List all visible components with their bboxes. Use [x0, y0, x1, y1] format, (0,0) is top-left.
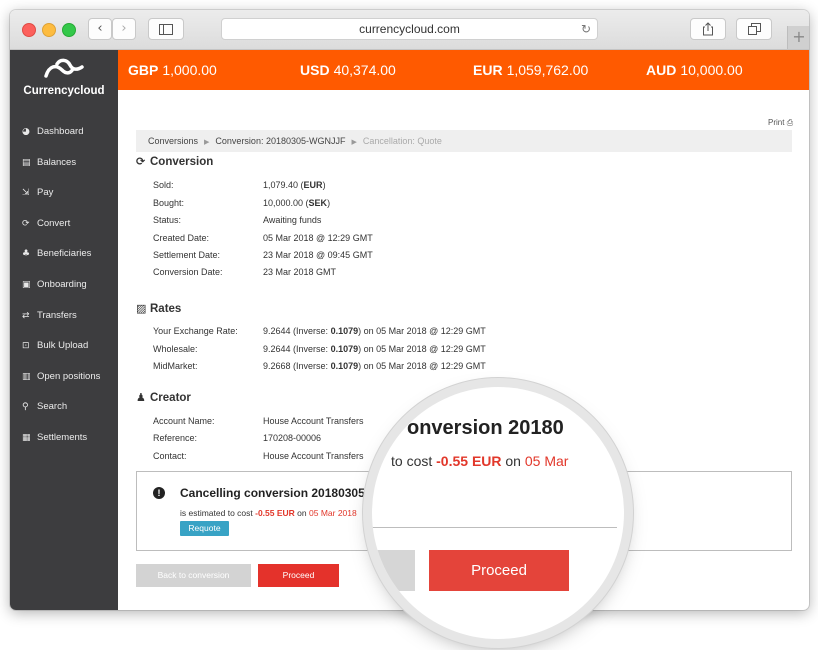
wholesale-rate-value: 9.2644 (Inverse: 0.1079) on 05 Mar 2018 …	[263, 344, 486, 354]
conversion-section-title: ⟳ Conversion	[136, 155, 214, 168]
sidebar-item-onboarding[interactable]: ▣ Onboarding	[22, 277, 116, 293]
magnified-back-button[interactable]	[372, 550, 415, 591]
balances-bar: GBP 1,000.00 USD 40,374.00 EUR 1,059,762.00…	[118, 50, 809, 90]
settlements-icon: ▦	[22, 433, 31, 443]
breadcrumb: Conversions ▶ Conversion: 20180305-WGNJJF ▶…	[136, 130, 792, 152]
magnifier-overlay: onversion 20180 to cost -0.55 EUR on 05 …	[372, 387, 624, 639]
status-value: Awaiting funds	[263, 215, 322, 225]
breadcrumb-conversions[interactable]: Conversions	[148, 136, 198, 146]
search-icon: ⚲	[22, 402, 29, 412]
your-exchange-rate-value: 9.2644 (Inverse: 0.1079) on 05 Mar 2018 …	[263, 326, 486, 336]
open-positions-icon: ▥	[22, 372, 31, 382]
conversion-date-value: 23 Mar 2018 GMT	[263, 267, 337, 277]
transfers-icon: ⇄	[22, 311, 30, 321]
tabs-icon	[747, 23, 761, 35]
reference-value: 170208-00006	[263, 433, 322, 443]
sidebar-item-convert[interactable]: ⟳ Convert	[22, 216, 116, 232]
sidebar-item-search[interactable]: ⚲ Search	[22, 399, 116, 415]
balance-usd[interactable]: USD 40,374.00	[300, 50, 396, 90]
detail-label: Sold:	[153, 180, 174, 190]
breadcrumb-current: Cancellation: Quote	[362, 136, 442, 146]
onboarding-icon: ▣	[22, 280, 31, 290]
balance-gbp[interactable]: GBP 1,000.00	[128, 50, 217, 90]
balance-aud[interactable]: AUD 10,000.00	[646, 50, 743, 90]
sidebar: Currencycloud ◕ Dashboard ▤ Balances ⇲ Pay …	[10, 50, 118, 610]
dashboard-icon: ◕	[22, 127, 30, 137]
share-icon	[703, 22, 713, 36]
created-date-value: 05 Mar 2018 @ 12:29 GMT	[263, 233, 373, 243]
sidebar-item-open-positions[interactable]: ▥ Open positions	[22, 369, 116, 385]
sidebar-toggle-button[interactable]	[148, 18, 184, 40]
close-window-button[interactable]	[22, 23, 36, 37]
balances-icon: ▤	[22, 158, 31, 168]
pay-icon: ⇲	[22, 188, 30, 198]
reload-icon[interactable]: ↻	[581, 19, 591, 39]
sidebar-item-dashboard[interactable]: ◕ Dashboard	[22, 124, 116, 140]
rates-section-title: ▨ Rates	[136, 302, 182, 315]
sidebar-item-bulk-upload[interactable]: ⊡ Bulk Upload	[22, 338, 116, 354]
brand-name: Currencycloud	[23, 85, 105, 97]
creator-label: Account Name:	[153, 416, 215, 426]
creator-label: Contact:	[153, 451, 187, 461]
minimize-window-button[interactable]	[42, 23, 56, 37]
printer-icon: ⎙	[786, 118, 794, 127]
detail-label: Bought:	[153, 198, 185, 208]
settlement-date-value: 23 Mar 2018 @ 09:45 GMT	[263, 250, 373, 260]
address-url: currencycloud.com	[359, 22, 460, 36]
detail-label: Created Date:	[153, 233, 210, 243]
magnified-cost-line: to cost -0.55 EUR on 05 Mar	[391, 453, 569, 469]
bulk-upload-icon: ⊡	[22, 341, 30, 351]
creator-label: Reference:	[153, 433, 198, 443]
creator-section-title: ♟ Creator	[136, 391, 191, 404]
requote-button[interactable]: Requote	[180, 521, 229, 536]
cancellation-title: Cancelling conversion 20180305-W	[180, 486, 381, 500]
proceed-button[interactable]: Proceed	[258, 564, 339, 587]
rate-label: Wholesale:	[153, 344, 198, 354]
breadcrumb-separator-icon: ▶	[204, 139, 210, 146]
print-link[interactable]: Print ⎙	[768, 118, 793, 128]
magnified-divider	[372, 527, 617, 528]
magnified-cancellation-title: onversion 20180	[407, 417, 564, 439]
convert-icon: ⟳	[136, 155, 146, 168]
magnified-proceed-button[interactable]: Proceed	[429, 550, 569, 591]
sidebar-item-transfers[interactable]: ⇄ Transfers	[22, 308, 116, 324]
forward-button[interactable]: ›	[112, 18, 136, 40]
address-bar[interactable]: currencycloud.com ↻	[221, 18, 598, 40]
back-to-conversion-button[interactable]: Back to conversion	[136, 564, 251, 587]
beneficiaries-icon: ♣	[22, 249, 31, 259]
plus-icon: +	[792, 27, 806, 46]
detail-label: Status:	[153, 215, 182, 225]
breadcrumb-conversion[interactable]: Conversion: 20180305-WGNJJF	[215, 136, 345, 146]
sidebar-item-settlements[interactable]: ▦ Settlements	[22, 430, 116, 446]
breadcrumb-separator-icon: ▶	[351, 139, 357, 146]
account-name-value: House Account Transfers	[263, 416, 364, 426]
balance-eur[interactable]: EUR 1,059,762.00	[473, 50, 588, 90]
convert-icon: ⟳	[22, 219, 30, 229]
sold-value: 1,079.40 (EUR)	[263, 180, 326, 190]
sidebar-icon	[159, 24, 173, 35]
user-icon: ♟	[136, 391, 146, 404]
detail-label: Settlement Date:	[153, 250, 221, 260]
chevron-right-icon: ›	[121, 21, 127, 36]
cancellation-cost-line: is estimated to cost -0.55 EUR on 05 Mar…	[180, 508, 357, 518]
tabs-overview-button[interactable]	[736, 18, 772, 40]
contact-value: House Account Transfers	[263, 451, 364, 461]
rate-label: MidMarket:	[153, 361, 198, 371]
image-icon: ▨	[136, 302, 147, 315]
new-tab-button[interactable]: +	[787, 26, 809, 49]
midmarket-rate-value: 9.2668 (Inverse: 0.1079) on 05 Mar 2018 …	[263, 361, 486, 371]
detail-label: Conversion Date:	[153, 267, 223, 277]
rate-label: Your Exchange Rate:	[153, 326, 238, 336]
sidebar-item-beneficiaries[interactable]: ♣ Beneficiaries	[22, 246, 116, 262]
sidebar-item-balances[interactable]: ▤ Balances	[22, 155, 116, 171]
sidebar-item-pay[interactable]: ⇲ Pay	[22, 185, 116, 201]
warning-icon: !	[153, 487, 165, 499]
back-button[interactable]: ‹	[88, 18, 112, 40]
browser-toolbar: ‹ › currencycloud.com ↻ +	[10, 10, 809, 50]
chevron-left-icon: ‹	[97, 21, 103, 36]
zoom-window-button[interactable]	[62, 23, 76, 37]
currencycloud-logo-icon	[44, 58, 84, 78]
bought-value: 10,000.00 (SEK)	[263, 198, 331, 208]
share-button[interactable]	[690, 18, 726, 40]
